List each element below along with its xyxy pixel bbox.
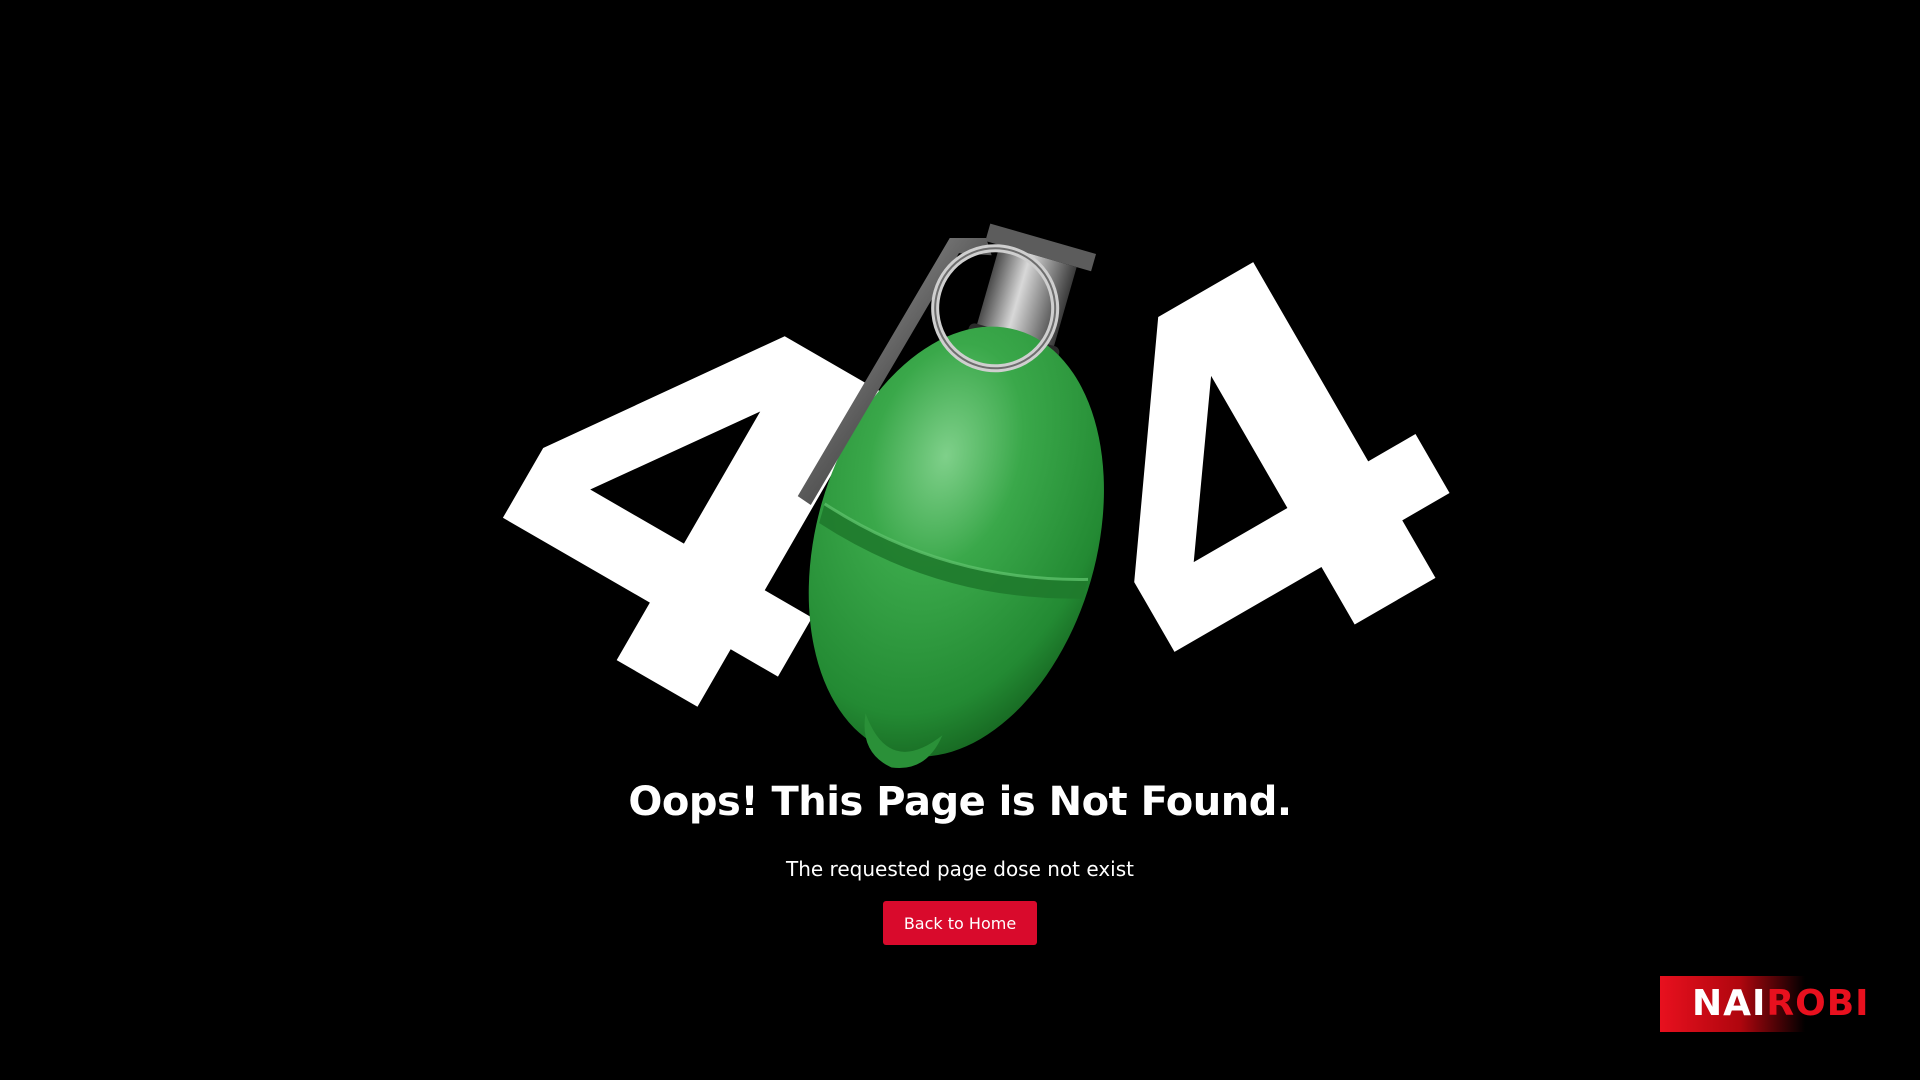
logo-wordmark: NAIROBI xyxy=(1692,984,1870,1024)
error-illustration: 4 4 xyxy=(0,0,1920,849)
page-title: Oops! This Page is Not Found. xyxy=(628,779,1292,825)
logo-text-part1: NAI xyxy=(1692,983,1767,1024)
grenade-icon xyxy=(797,223,1104,769)
back-to-home-button[interactable]: Back to Home xyxy=(883,901,1037,945)
page-subtitle: The requested page dose not exist xyxy=(786,857,1134,881)
brand-logo[interactable]: NAIROBI xyxy=(1660,976,1869,1032)
logo-text-part2: ROBI xyxy=(1766,983,1870,1024)
